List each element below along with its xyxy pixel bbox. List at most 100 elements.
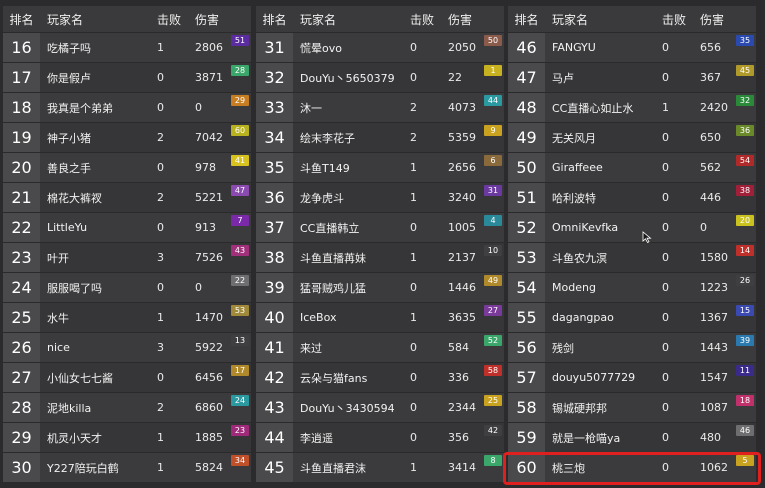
- player-rank: 25: [3, 303, 40, 332]
- player-row[interactable]: 28 泥地killa 2 6860 24: [3, 392, 251, 422]
- player-row[interactable]: 49 无关风月 0 650 36: [508, 122, 756, 152]
- player-row[interactable]: 50 Giraffeee 0 562 54: [508, 152, 756, 182]
- team-badge: 7: [231, 215, 249, 226]
- player-rank: 37: [256, 213, 293, 242]
- player-row[interactable]: 60 桃三炮 0 1062 5: [508, 452, 756, 482]
- player-row[interactable]: 26 nice 3 5922 13: [3, 332, 251, 362]
- player-row[interactable]: 35 斗鱼T149 1 2656 6: [256, 152, 504, 182]
- player-row[interactable]: 44 李逍遥 0 356 42: [256, 422, 504, 452]
- team-badge: 44: [484, 95, 502, 106]
- team-badge: 36: [736, 125, 754, 136]
- team-badge: 8: [484, 455, 502, 466]
- player-row[interactable]: 43 DouYu丶3430594 0 2344 25: [256, 392, 504, 422]
- player-kills: 0: [662, 41, 669, 54]
- player-row[interactable]: 42 云朵与猫fans 0 336 58: [256, 362, 504, 392]
- player-row[interactable]: 24 服服喝了吗 0 0 22: [3, 272, 251, 302]
- player-rank: 46: [508, 33, 545, 62]
- player-kills: 0: [157, 221, 164, 234]
- player-row[interactable]: 41 来过 0 584 52: [256, 332, 504, 362]
- player-row[interactable]: 27 小仙女七七酱 0 6456 17: [3, 362, 251, 392]
- player-row[interactable]: 22 LittleYu 0 913 7: [3, 212, 251, 242]
- player-row[interactable]: 37 CC直播韩立 0 1005 4: [256, 212, 504, 242]
- player-kills: 0: [157, 101, 164, 114]
- player-rank: 32: [256, 63, 293, 92]
- team-badge: 35: [736, 35, 754, 46]
- player-rank: 53: [508, 243, 545, 272]
- player-row[interactable]: 39 猛哥贼鸡儿猛 0 1446 49: [256, 272, 504, 302]
- team-badge: 51: [231, 35, 249, 46]
- team-badge: 14: [736, 245, 754, 256]
- player-name: 桃三炮: [552, 461, 585, 475]
- player-row[interactable]: 34 绘末李花子 2 5359 9: [256, 122, 504, 152]
- player-rank: 45: [256, 453, 293, 482]
- player-row[interactable]: 57 douyu5077729 0 1547 11: [508, 362, 756, 392]
- player-name: 我真是个弟弟: [47, 101, 113, 115]
- player-row[interactable]: 59 就是一枪喵ya 0 480 46: [508, 422, 756, 452]
- player-kills: 0: [662, 71, 669, 84]
- player-name: CC直播心如止水: [552, 101, 634, 115]
- team-badge: 24: [231, 395, 249, 406]
- player-row[interactable]: 58 锡城硬邦邦 0 1087 18: [508, 392, 756, 422]
- player-kills: 1: [410, 161, 417, 174]
- header-name: 玩家名: [552, 12, 589, 27]
- player-row[interactable]: 18 我真是个弟弟 0 0 29: [3, 92, 251, 122]
- player-row[interactable]: 52 OmniKevfka 0 0 20: [508, 212, 756, 242]
- player-row[interactable]: 55 dagangpao 0 1367 15: [508, 302, 756, 332]
- player-row[interactable]: 23 叶开 3 7526 43: [3, 242, 251, 272]
- player-name: 泥地killa: [47, 401, 92, 415]
- player-row[interactable]: 54 Modeng 0 1223 26: [508, 272, 756, 302]
- player-row[interactable]: 21 棉花大裤衩 2 5221 47: [3, 182, 251, 212]
- player-kills: 0: [410, 41, 417, 54]
- player-name: 棉花大裤衩: [47, 191, 102, 205]
- player-rank: 34: [256, 123, 293, 152]
- player-row[interactable]: 32 DouYu丶5650379 0 22 1: [256, 62, 504, 92]
- header-damage: 伤害: [448, 12, 473, 27]
- player-kills: 0: [157, 71, 164, 84]
- table-header: 排名 玩家名 击败 伤害: [508, 6, 756, 32]
- player-name: 猛哥贼鸡儿猛: [300, 281, 366, 295]
- header-kills: 击败: [662, 12, 687, 27]
- player-row[interactable]: 56 残剑 0 1443 39: [508, 332, 756, 362]
- table-rows: 16 吃橘子吗 1 2806 51 17 你是假卢 0 3871 28 18 我真是个弟弟 0 0 29 19…: [3, 32, 251, 482]
- player-rank: 36: [256, 183, 293, 212]
- player-rank: 52: [508, 213, 545, 242]
- player-row[interactable]: 30 Y227陪玩白鹤 1 5824 34: [3, 452, 251, 482]
- player-row[interactable]: 33 沐一 2 4073 44: [256, 92, 504, 122]
- player-rank: 35: [256, 153, 293, 182]
- player-row[interactable]: 47 马卢 0 367 45: [508, 62, 756, 92]
- header-rank: 排名: [514, 12, 539, 27]
- player-kills: 1: [410, 191, 417, 204]
- player-row[interactable]: 20 善良之手 0 978 41: [3, 152, 251, 182]
- player-kills: 0: [662, 401, 669, 414]
- player-row[interactable]: 53 斗鱼农九溟 0 1580 14: [508, 242, 756, 272]
- player-name: 水牛: [47, 311, 69, 325]
- player-kills: 0: [662, 161, 669, 174]
- player-row[interactable]: 46 FANGYU 0 656 35: [508, 32, 756, 62]
- player-row[interactable]: 16 吃橘子吗 1 2806 51: [3, 32, 251, 62]
- player-name: 吃橘子吗: [47, 41, 91, 55]
- player-row[interactable]: 19 神子小猪 2 7042 60: [3, 122, 251, 152]
- player-kills: 0: [410, 281, 417, 294]
- player-row[interactable]: 51 哈利波特 0 446 38: [508, 182, 756, 212]
- player-row[interactable]: 40 IceBox 1 3635 27: [256, 302, 504, 332]
- player-row[interactable]: 38 斗鱼直播苒妹 1 2137 10: [256, 242, 504, 272]
- player-row[interactable]: 48 CC直播心如止水 1 2420 32: [508, 92, 756, 122]
- team-badge: 42: [484, 425, 502, 436]
- player-name: 哈利波特: [552, 191, 596, 205]
- player-rank: 57: [508, 363, 545, 392]
- player-row[interactable]: 25 水牛 1 1470 53: [3, 302, 251, 332]
- player-row[interactable]: 36 龙争虎斗 1 3240 31: [256, 182, 504, 212]
- player-rank: 56: [508, 333, 545, 362]
- player-row[interactable]: 17 你是假卢 0 3871 28: [3, 62, 251, 92]
- team-badge: 34: [231, 455, 249, 466]
- team-badge: 25: [484, 395, 502, 406]
- player-name: 小仙女七七酱: [47, 371, 113, 385]
- player-row[interactable]: 29 机灵小天才 1 1885 23: [3, 422, 251, 452]
- team-badge: 31: [484, 185, 502, 196]
- player-name: 慌晕ovo: [300, 41, 342, 55]
- player-row[interactable]: 31 慌晕ovo 0 2050 50: [256, 32, 504, 62]
- scoreboard-column-3: 排名 玩家名 击败 伤害 46 FANGYU 0 656 35 47 马卢 0 367 45 48 CC直播心…: [508, 6, 756, 482]
- player-row[interactable]: 45 斗鱼直播君沫 1 3414 8: [256, 452, 504, 482]
- player-name: 机灵小天才: [47, 431, 102, 445]
- team-badge: 10: [484, 245, 502, 256]
